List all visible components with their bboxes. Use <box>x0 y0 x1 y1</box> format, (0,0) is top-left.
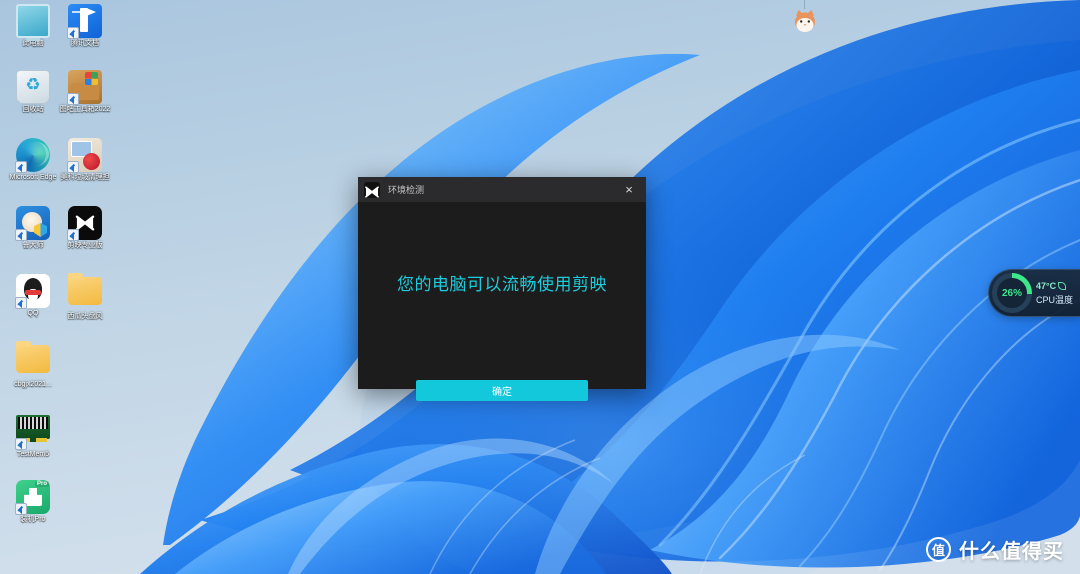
icon-label: 此电脑 <box>22 40 44 47</box>
icon-label: 图吧工具箱2022 <box>59 106 111 113</box>
icon-label: QQ <box>27 310 39 317</box>
dialog-title: 环境检测 <box>388 185 425 195</box>
cpu-monitor-widget[interactable]: 26% 47°C CPU温度 <box>988 269 1080 317</box>
cleaner-icon <box>67 138 102 173</box>
desktop-icon-tencent-docs[interactable]: 腾讯文档 <box>58 4 112 49</box>
tencent-docs-icon <box>67 4 102 39</box>
desktop-icon-testmem5[interactable]: TestMem5 <box>6 410 60 460</box>
shortcut-arrow-icon <box>67 229 79 241</box>
desktop-icon-microsoft-edge[interactable]: Microsoft Edge <box>6 138 60 183</box>
watermark-badge-icon: 值 <box>926 537 951 562</box>
recycle-bin-icon <box>16 70 50 104</box>
folder-icon <box>16 341 50 379</box>
icon-label: cbgjx2021... <box>14 381 52 388</box>
close-icon[interactable]: × <box>612 177 646 202</box>
desktop-icon-folder-cbgjx2021[interactable]: cbgjx2021... <box>6 341 60 390</box>
leaf-icon <box>1058 281 1067 290</box>
edge-icon <box>15 138 50 173</box>
capcut-app-logo-icon <box>364 181 380 198</box>
shortcut-arrow-icon <box>15 229 27 241</box>
desktop-icon-recycle-bin[interactable]: 回收站 <box>6 70 60 115</box>
cpu-usage-gauge: 26% <box>992 273 1032 313</box>
confirm-button[interactable]: 确定 <box>416 380 588 401</box>
shortcut-arrow-icon <box>15 161 27 173</box>
folder-icon <box>68 273 102 311</box>
icon-label: 装机Pro <box>20 516 46 523</box>
icon-label: 回收站 <box>22 106 44 113</box>
desktop-icon-pro-tool[interactable]: Pro 装机Pro <box>6 480 60 525</box>
shortcut-arrow-icon <box>67 161 79 173</box>
toolbox-icon <box>67 70 102 105</box>
watermark: 值 什么值得买 <box>926 535 1064 564</box>
dialog-titlebar[interactable]: 环境检测 × <box>358 177 646 202</box>
icon-label: 美科垃圾清理担 <box>60 174 110 181</box>
pro-tool-icon: Pro <box>15 480 50 515</box>
desktop[interactable]: 此电脑 腾讯文档 回收站 图吧工具箱2022 Microsoft Edge 美科… <box>0 0 1080 574</box>
desktop-icon-cleaner[interactable]: 美科垃圾清理担 <box>58 138 112 183</box>
icon-label: 剪映专业版 <box>67 242 103 249</box>
desktop-icon-toolbox-2022[interactable]: 图吧工具箱2022 <box>58 70 112 115</box>
qq-icon <box>15 274 50 309</box>
desktop-icon-ludashi[interactable]: 鲁大师 <box>6 206 60 251</box>
desktop-icon-capcut-pro[interactable]: 剪映专业版 <box>58 206 112 251</box>
desktop-icon-folder-xigua[interactable]: 西瓜头盘风 <box>58 273 112 322</box>
ludashi-icon <box>15 206 50 241</box>
shortcut-arrow-icon <box>67 27 79 39</box>
icon-label: 腾讯文档 <box>71 40 99 47</box>
watermark-text: 什么值得买 <box>959 541 1064 563</box>
cpu-temperature-row: 47°C <box>1036 281 1073 291</box>
desktop-icon-this-pc[interactable]: 此电脑 <box>6 4 60 49</box>
capcut-icon <box>67 206 102 241</box>
this-pc-icon <box>16 4 50 38</box>
cpu-usage-value: 26% <box>997 278 1027 308</box>
icon-label: 西瓜头盘风 <box>67 313 103 320</box>
shortcut-arrow-icon <box>15 438 27 450</box>
icon-label: Microsoft Edge <box>9 174 57 181</box>
memory-module-icon <box>15 415 50 450</box>
cpu-temperature-value: 47°C <box>1036 280 1057 291</box>
icon-label: TestMem5 <box>16 451 50 458</box>
hanging-cat-icon <box>793 0 817 34</box>
environment-check-dialog[interactable]: 环境检测 × 您的电脑可以流畅使用剪映 确定 <box>358 177 646 401</box>
cpu-widget-text: 47°C CPU温度 <box>1036 281 1073 306</box>
shortcut-arrow-icon <box>67 93 79 105</box>
shortcut-arrow-icon <box>15 297 27 309</box>
desktop-icon-qq[interactable]: QQ <box>6 274 60 319</box>
shortcut-arrow-icon <box>15 503 27 515</box>
icon-label: 鲁大师 <box>22 242 44 249</box>
dialog-body: 您的电脑可以流畅使用剪映 确定 <box>358 202 646 401</box>
dialog-message: 您的电脑可以流畅使用剪映 <box>397 275 607 294</box>
cpu-temperature-label: CPU温度 <box>1036 294 1074 305</box>
